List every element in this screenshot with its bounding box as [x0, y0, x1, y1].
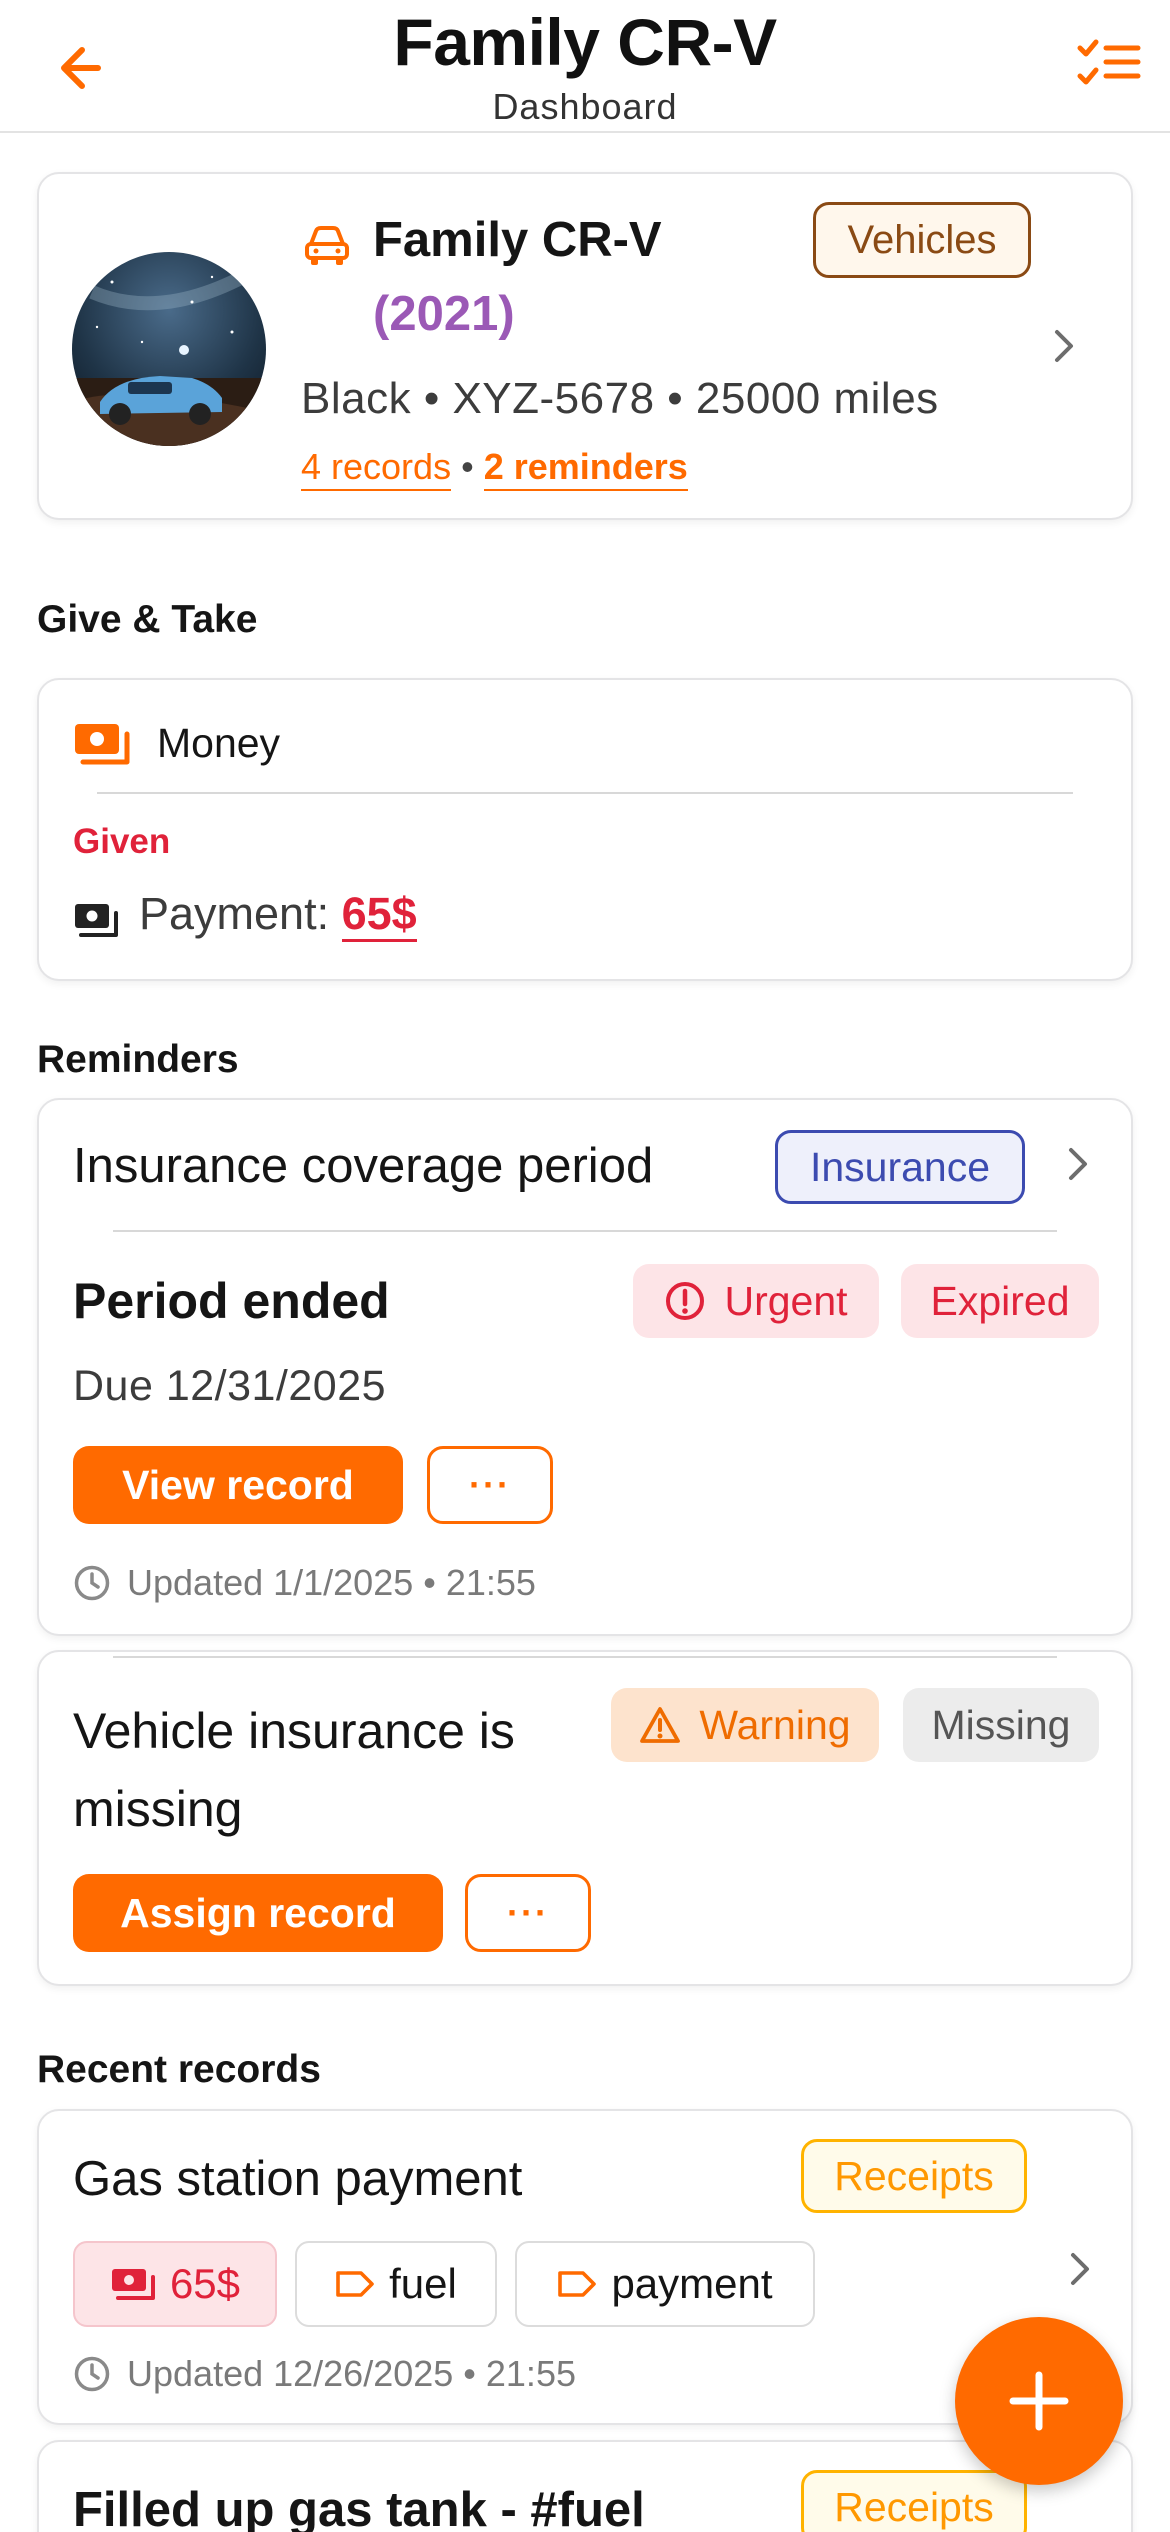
urgent-badge-label: Urgent — [724, 1277, 848, 1324]
money-icon — [75, 724, 130, 765]
money-card: Money Given Payment: 65$ — [37, 678, 1133, 981]
plus-icon — [1009, 2371, 1069, 2431]
reminder-title: Insurance coverage period — [73, 1139, 654, 1193]
vehicles-badge: Vehicles — [813, 202, 1031, 278]
tag-icon — [558, 2271, 597, 2297]
updated-text: Updated 12/26/2025 • 21:55 — [127, 2353, 576, 2394]
vehicle-year: (2021) — [373, 287, 515, 341]
add-record-button[interactable] — [955, 2317, 1123, 2485]
view-record-button[interactable]: View record — [73, 1446, 403, 1524]
amount-chip-label: 65$ — [169, 2260, 241, 2307]
clock-icon — [74, 2356, 110, 2392]
warning-badge-label: Warning — [699, 1701, 851, 1748]
page-subtitle: Dashboard — [492, 86, 678, 127]
divider — [113, 1656, 1057, 1658]
checklist-icon[interactable] — [1076, 36, 1142, 96]
reminders-link[interactable]: 2 reminders — [483, 446, 688, 491]
divider — [113, 1230, 1057, 1232]
records-link[interactable]: 4 records — [301, 446, 452, 491]
tag-icon — [336, 2271, 374, 2297]
expired-badge: Expired — [901, 1264, 1099, 1338]
chevron-right-icon — [1069, 1148, 1087, 1180]
top-app-bar: Family CR-V Dashboard — [0, 0, 1170, 133]
give-take-section-title: Give & Take — [37, 598, 258, 641]
warning-triangle-icon — [640, 1707, 681, 1743]
car-icon — [305, 226, 349, 265]
vehicle-name: Family CR-V — [373, 213, 662, 267]
assign-record-button[interactable]: Assign record — [73, 1874, 443, 1952]
payment-amount[interactable]: 65$ — [341, 888, 417, 942]
reminder-card[interactable]: Vehicle insurance is missing Warning Mis… — [37, 1650, 1133, 1986]
reminder-card[interactable]: Insurance coverage period Insurance Peri… — [37, 1098, 1133, 1636]
vehicle-photo — [72, 252, 266, 446]
tag-chip[interactable]: payment — [515, 2241, 815, 2327]
clock-icon — [74, 1565, 110, 1601]
vehicle-card[interactable]: Family CR-V (2021) Vehicles Black • XYZ-… — [37, 172, 1133, 520]
reminder-due-date: Due 12/31/2025 — [73, 1362, 387, 1410]
payment-label: Payment: — [139, 888, 342, 939]
urgent-badge: Urgent — [633, 1264, 879, 1338]
receipts-badge: Receipts — [801, 2139, 1027, 2213]
divider — [97, 792, 1073, 794]
updated-timestamp: Updated 12/26/2025 • 21:55 — [73, 2353, 576, 2395]
reminder-status-title: Period ended — [73, 1273, 390, 1329]
more-options-button[interactable]: ··· — [465, 1874, 591, 1952]
record-title: Gas station payment — [73, 2152, 523, 2206]
insurance-badge: Insurance — [775, 1130, 1025, 1204]
updated-text: Updated 1/1/2025 • 21:55 — [127, 1562, 536, 1603]
reminders-section-title: Reminders — [37, 1038, 239, 1081]
warning-badge: Warning — [611, 1688, 879, 1762]
payment-row: Payment: 65$ — [139, 888, 417, 942]
receipts-badge: Receipts — [801, 2470, 1027, 2532]
tag-label: fuel — [389, 2260, 457, 2307]
alert-circle-icon — [666, 1282, 705, 1320]
links-separator: • — [461, 446, 474, 487]
money-card-title: Money — [157, 720, 281, 766]
more-options-button[interactable]: ··· — [427, 1446, 553, 1524]
tag-label: payment — [611, 2260, 773, 2307]
recent-records-section-title: Recent records — [37, 2048, 321, 2091]
reminder-status-title: Vehicle insurance is missing — [73, 1703, 515, 1837]
vehicle-links: 4 records • 2 reminders — [301, 446, 688, 491]
amount-chip: 65$ — [73, 2241, 277, 2327]
record-card[interactable]: Filled up gas tank - #fuel Receipts — [37, 2440, 1133, 2532]
tag-chip[interactable]: fuel — [295, 2241, 497, 2327]
money-icon — [111, 2269, 155, 2300]
direction-label: Given — [73, 822, 171, 861]
record-title: Filled up gas tank - #fuel — [73, 2483, 645, 2532]
updated-timestamp: Updated 1/1/2025 • 21:55 — [73, 1562, 536, 1604]
chevron-right-icon — [1071, 2253, 1089, 2285]
missing-badge: Missing — [903, 1688, 1099, 1762]
page-title: Family CR-V — [393, 5, 777, 79]
chevron-right-icon — [1055, 330, 1073, 362]
vehicle-meta: Black • XYZ-5678 • 25000 miles — [301, 374, 939, 423]
money-icon — [75, 904, 118, 937]
